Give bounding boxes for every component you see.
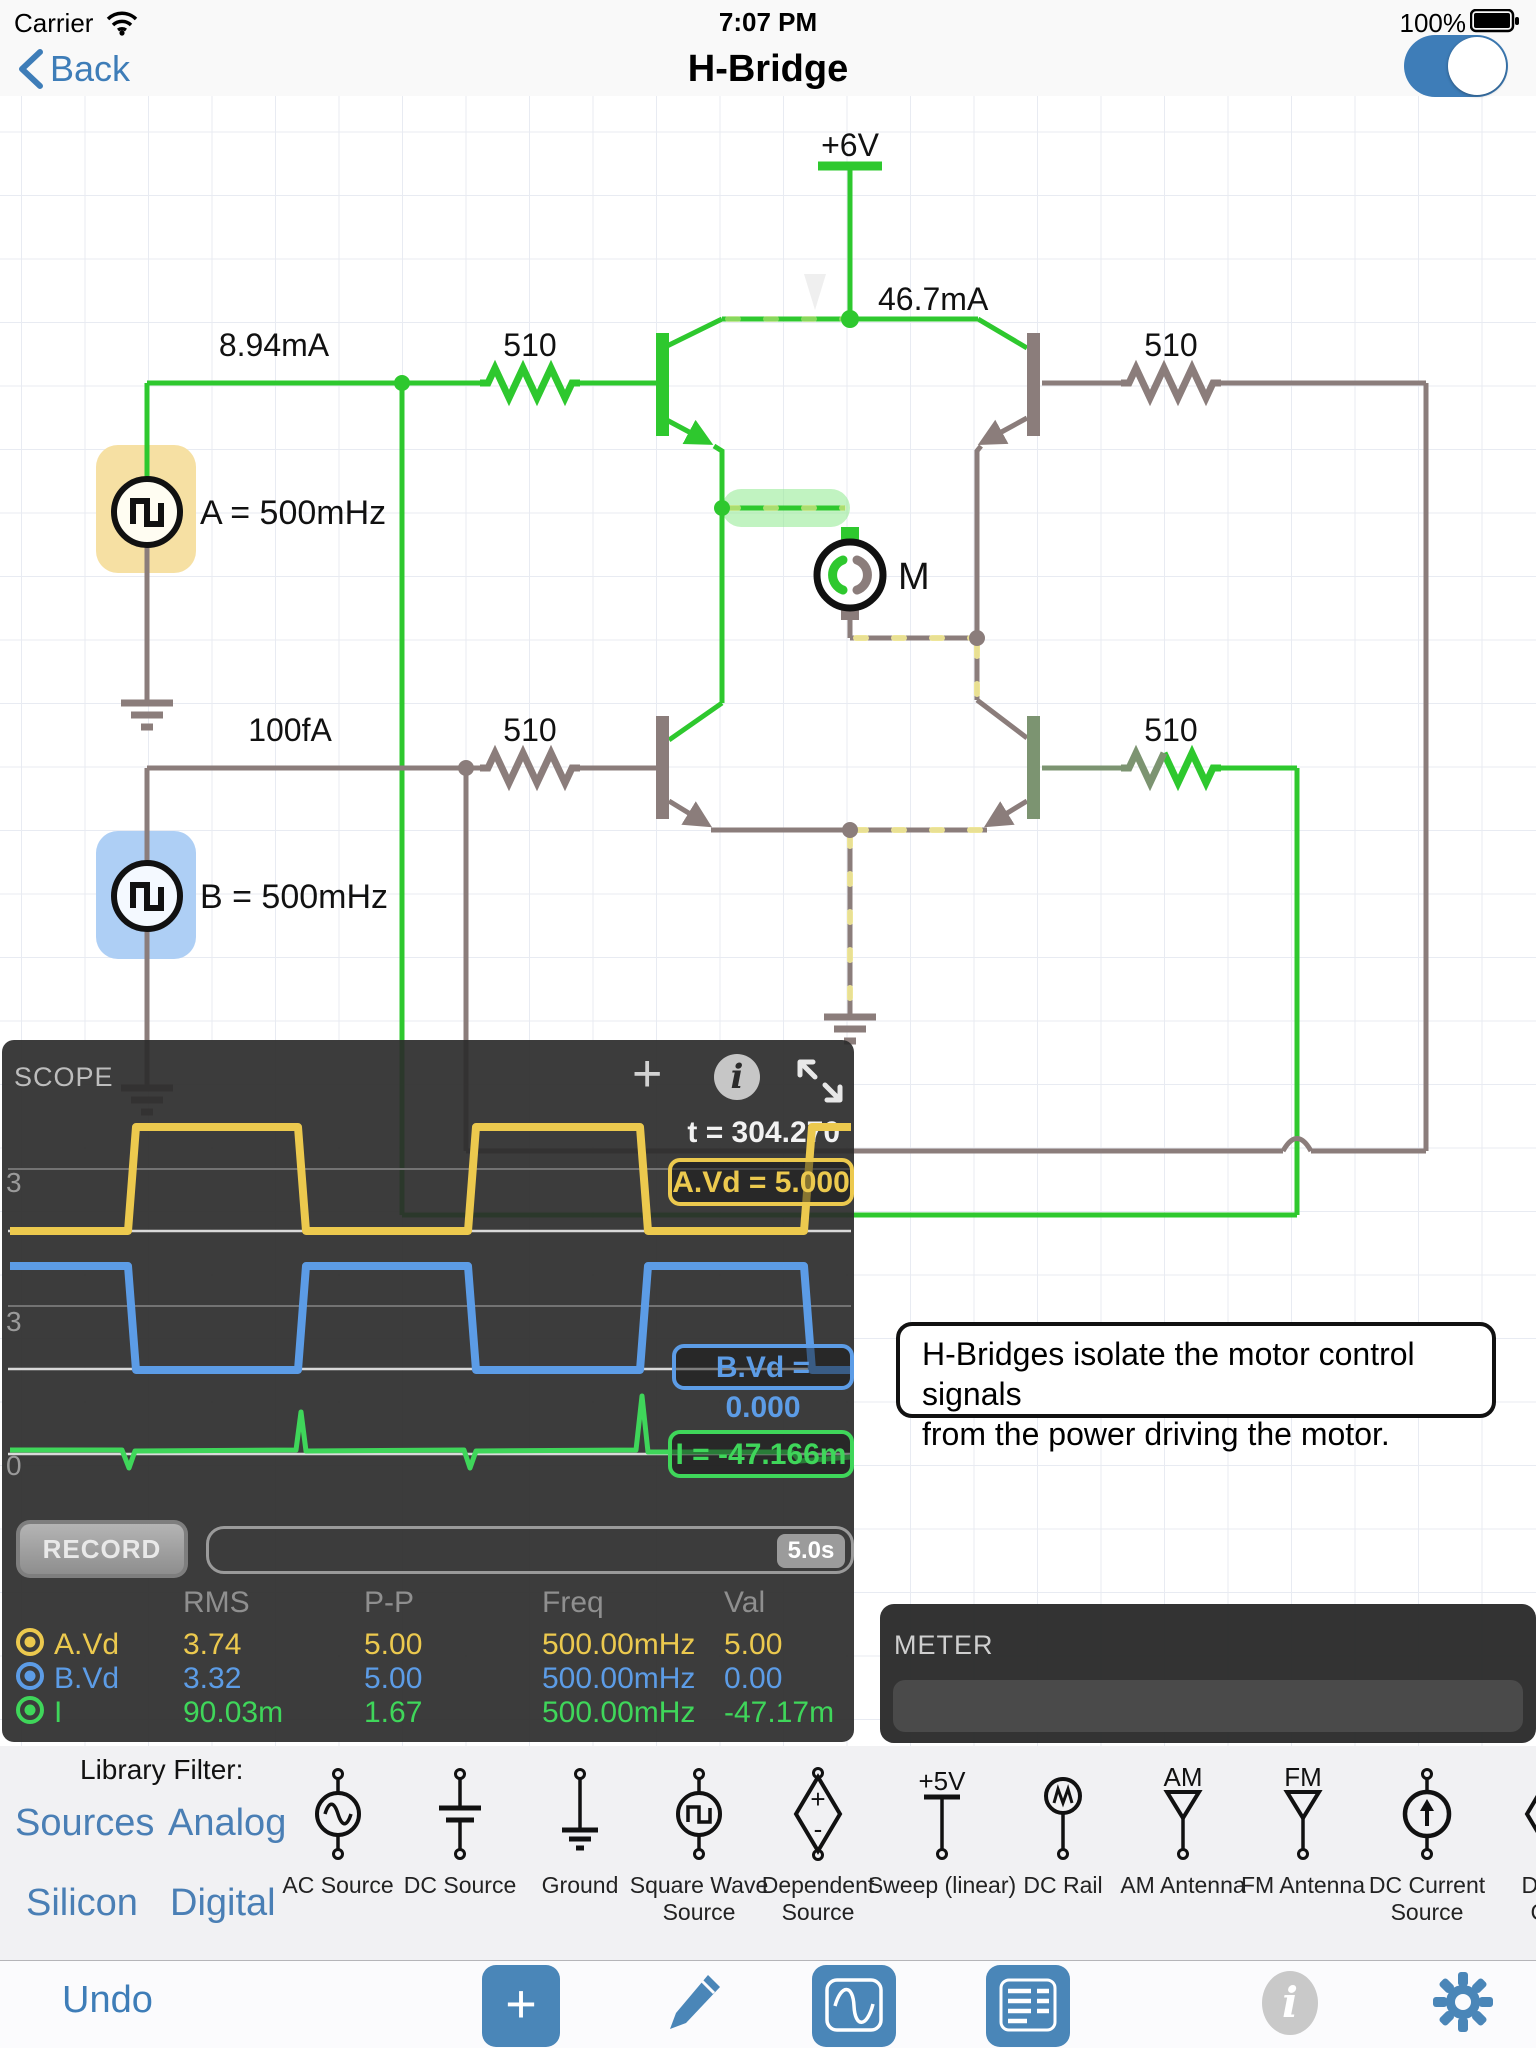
square-wave-source-a[interactable] bbox=[114, 479, 180, 545]
svg-text:+: + bbox=[810, 1784, 825, 1814]
label-source-b: B = 500mHz bbox=[200, 878, 388, 916]
label-current-b: 100fA bbox=[248, 712, 332, 748]
label-resistor-3: 510 bbox=[503, 712, 556, 748]
square-wave-source-icon bbox=[654, 1766, 744, 1862]
record-button-label: RECORD bbox=[20, 1524, 184, 1574]
label-current-a: 8.94mA bbox=[219, 327, 330, 363]
component-library: Library Filter: Sources Analog Silicon D… bbox=[0, 1746, 1536, 1960]
info-button[interactable]: i bbox=[1262, 1971, 1318, 2035]
list-icon bbox=[997, 1976, 1059, 2034]
filter-digital[interactable]: Digital bbox=[170, 1882, 276, 1925]
svg-text:AM: AM bbox=[1164, 1766, 1203, 1792]
library-filter-label: Library Filter: bbox=[80, 1754, 243, 1786]
dc-current-source-icon bbox=[1382, 1766, 1472, 1862]
svg-text:FM: FM bbox=[1284, 1766, 1322, 1792]
page-title: H-Bridge bbox=[0, 48, 1536, 91]
fm-antenna-icon: FM bbox=[1258, 1766, 1348, 1862]
callout-i-text: I = -47.166m bbox=[676, 1438, 847, 1471]
transistor-q4-base-bar[interactable] bbox=[1027, 716, 1040, 819]
battery-icon bbox=[1470, 9, 1520, 33]
time-window-badge[interactable]: 5.0s bbox=[777, 1534, 845, 1568]
ground-icon bbox=[535, 1766, 625, 1862]
navigation-bar: Back H-Bridge bbox=[0, 40, 1536, 96]
waveform-icon bbox=[823, 1976, 885, 2034]
bottom-toolbar: Undo + i bbox=[0, 1960, 1536, 2048]
label-resistor-2: 510 bbox=[1144, 327, 1197, 363]
note-line-1: H-Bridges isolate the motor control sign… bbox=[922, 1334, 1470, 1414]
callout-bvd[interactable]: B.Vd = 0.000 bbox=[672, 1344, 854, 1390]
am-antenna-icon: AM bbox=[1138, 1766, 1228, 1862]
clock-label: 7:07 PM bbox=[0, 7, 1536, 38]
col-header-pp: P-P bbox=[364, 1586, 414, 1620]
callout-avd[interactable]: A.Vd = 5.000 bbox=[668, 1158, 854, 1206]
ac-source-icon bbox=[293, 1766, 383, 1862]
filter-sources[interactable]: Sources bbox=[15, 1802, 154, 1845]
col-header-val: Val bbox=[724, 1586, 765, 1620]
info-icon: i bbox=[1282, 1978, 1298, 2027]
square-wave-source-b[interactable] bbox=[114, 863, 180, 929]
label-resistor-1: 510 bbox=[503, 327, 556, 363]
toggle-knob bbox=[1448, 37, 1506, 95]
status-bar: Carrier 7:07 PM 100% bbox=[0, 0, 1536, 40]
label-motor: M bbox=[898, 556, 930, 598]
dependent-current-source-icon bbox=[1504, 1766, 1536, 1862]
filter-silicon[interactable]: Silicon bbox=[26, 1882, 138, 1925]
properties-list-button[interactable] bbox=[986, 1965, 1070, 2047]
meter-empty-slot[interactable] bbox=[893, 1680, 1523, 1732]
axis-label-i: 0 bbox=[6, 1450, 22, 1482]
plus-icon: + bbox=[505, 1974, 537, 2034]
scope-view-button[interactable] bbox=[812, 1965, 896, 2047]
axis-label-b: 3 bbox=[6, 1306, 22, 1338]
dc-source-icon bbox=[415, 1766, 505, 1862]
simulation-toggle[interactable] bbox=[1404, 35, 1508, 97]
axis-label-a: 3 bbox=[6, 1167, 22, 1199]
svg-text:+5V: +5V bbox=[919, 1766, 967, 1796]
transistor-q2-base-bar[interactable] bbox=[1027, 333, 1040, 436]
meter-panel[interactable]: METER bbox=[880, 1604, 1536, 1743]
svg-text:-: - bbox=[814, 1814, 823, 1844]
scope-timeline[interactable]: 5.0s bbox=[206, 1526, 854, 1574]
sweep-source-icon bbox=[1018, 1766, 1108, 1862]
label-supply-current: 46.7mA bbox=[878, 281, 989, 317]
add-component-button[interactable]: + bbox=[482, 1965, 560, 2047]
scope-panel[interactable]: SCOPE + i t = 304.270 3 3 0 A.Vd = 5.000… bbox=[2, 1040, 854, 1742]
transistor-q1-base-bar[interactable] bbox=[656, 333, 669, 436]
library-item-partial[interactable]: DepeCur bbox=[1474, 1766, 1536, 1926]
undo-button[interactable]: Undo bbox=[62, 1979, 153, 2022]
edit-pencil-icon[interactable] bbox=[664, 1971, 722, 2039]
note-line-2: from the power driving the motor. bbox=[922, 1414, 1470, 1454]
col-header-freq: Freq bbox=[542, 1586, 604, 1620]
callout-bvd-text: B.Vd = 0.000 bbox=[716, 1351, 810, 1424]
col-header-rms: RMS bbox=[183, 1586, 250, 1620]
label-source-a: A = 500mHz bbox=[200, 494, 386, 532]
dependent-source-icon: + - bbox=[773, 1766, 863, 1862]
annotation-note[interactable]: H-Bridges isolate the motor control sign… bbox=[896, 1322, 1496, 1418]
record-button[interactable]: RECORD bbox=[16, 1520, 188, 1578]
callout-i[interactable]: I = -47.166m bbox=[668, 1430, 854, 1478]
transistor-q3-base-bar[interactable] bbox=[656, 716, 669, 819]
callout-avd-text: A.Vd = 5.000 bbox=[672, 1166, 850, 1199]
label-resistor-4: 510 bbox=[1144, 712, 1197, 748]
dc-rail-icon: +5V bbox=[897, 1766, 987, 1862]
label-supply: +6V bbox=[821, 127, 879, 163]
meter-title: METER bbox=[894, 1630, 994, 1661]
settings-gear-icon[interactable] bbox=[1430, 1969, 1496, 2035]
